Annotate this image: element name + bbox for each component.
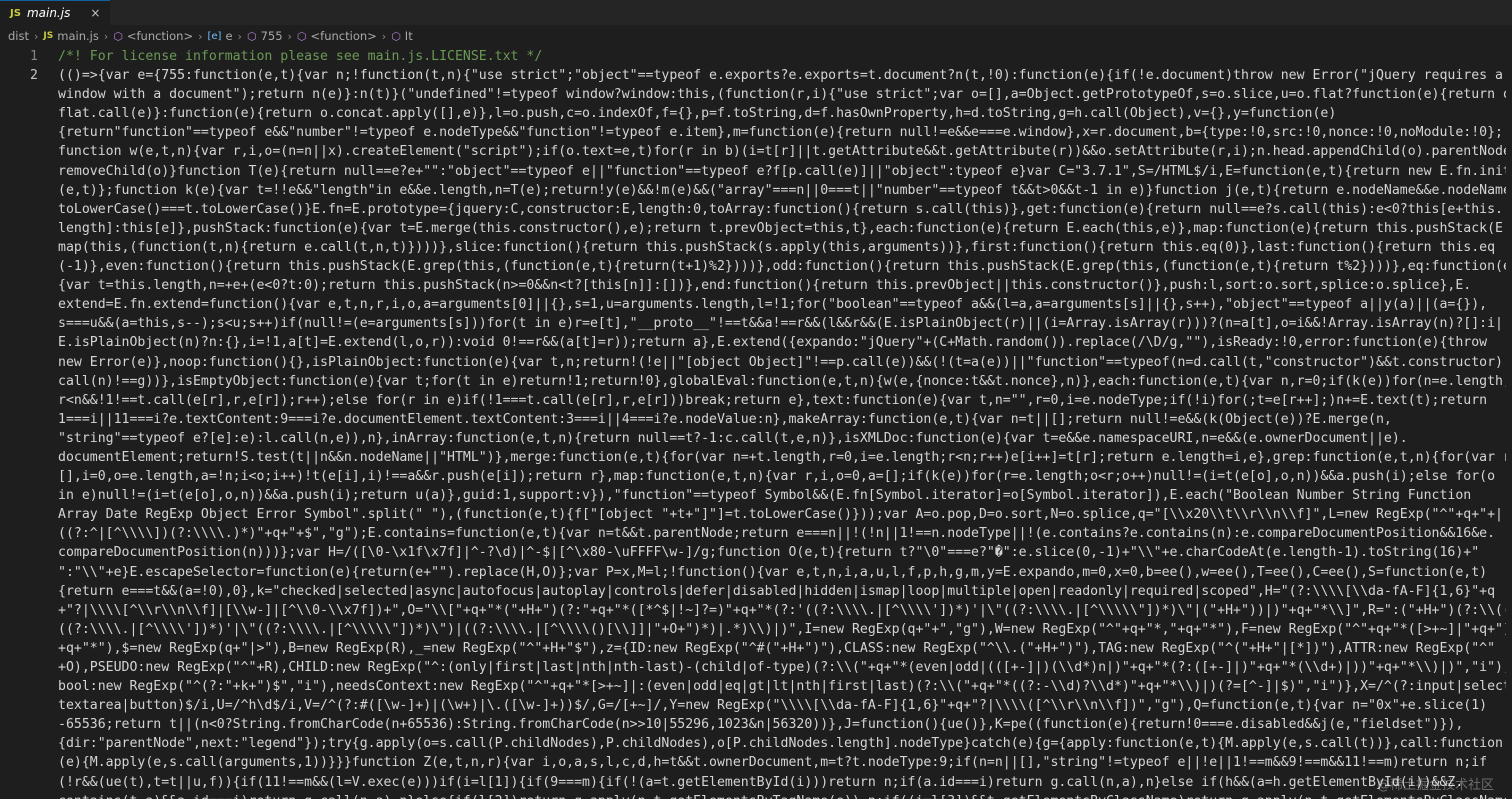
breadcrumb-item[interactable]: ⬡ <function> xyxy=(113,29,193,43)
code-line-wrapped: -65536;return t||(n<0?String.fromCharCod… xyxy=(58,717,1464,733)
code-line-wrapped: 1===i||11===i?e.textContent:9===i?e.docu… xyxy=(58,411,1392,427)
breadcrumb-label: <function> xyxy=(310,29,377,43)
code-line-wrapped: {var t=this.length,n=+e+(e<0?t:0);return… xyxy=(58,278,1472,294)
line-number-gutter: 1 2 xyxy=(0,47,48,85)
code-line-wrapped: E.isPlainObject(n)?n:{},i=!1,a[t]=E.exte… xyxy=(58,335,1488,351)
breadcrumb-item[interactable]: ⬡ 755 xyxy=(247,29,283,43)
chevron-right-icon: › xyxy=(198,29,203,43)
breadcrumb: dist › JS main.js › ⬡ <function> › [e] e › ⬡ 755 › ⬡ <f… xyxy=(0,25,1512,47)
breadcrumb-label: dist xyxy=(8,29,29,43)
code-content[interactable]: /*! For license information please see m… xyxy=(58,47,1506,799)
chevron-right-icon: › xyxy=(103,29,109,43)
chevron-right-icon: › xyxy=(237,29,242,43)
breadcrumb-label: e xyxy=(225,29,233,43)
code-line-wrapped: documentElement;return!S.test(t||n&&n.no… xyxy=(58,449,1506,465)
code-editor[interactable]: 1 2 /*! For license information please s… xyxy=(0,47,1512,799)
chevron-right-icon: › xyxy=(34,29,39,43)
code-line-wrapped: +O),PSEUDO:new RegExp("^"+R),CHILD:new R… xyxy=(58,660,1506,675)
tab-bar: JS main.js × xyxy=(0,0,1512,25)
code-line-wrapped: compareDocumentPosition(n)))};var H=/([\… xyxy=(58,545,1480,561)
code-line-wrapped: [],i=0,o=e.length,a=!n;i<o;i++)!t(e[i],i… xyxy=(58,469,1496,485)
function-symbol-icon: ⬡ xyxy=(296,29,307,43)
code-line-wrapped: r<n&&!1!==t.call(e[r],r,e[r]);r++);else … xyxy=(58,392,1488,408)
breadcrumb-label: 755 xyxy=(260,29,283,43)
code-line-wrapped: {dir:"parentNode",next:"legend"});try{g.… xyxy=(58,736,1503,752)
code-line-wrapped: call(n)!==g))},isEmptyObject:function(e)… xyxy=(58,373,1506,389)
code-line-wrapped: window with a document");return n(e)}:n(… xyxy=(58,87,1506,103)
code-line-wrapped: new Error(e)},noop:function(){},isPlainO… xyxy=(58,354,1506,370)
function-symbol-icon: ⬡ xyxy=(391,29,401,43)
code-line-wrapped: s===u&&(a=this,s--);s<u;s++)if(null!=(e=… xyxy=(58,316,1506,332)
code-line-wrapped: contains(t,a)&&a.id===i)return g.call(n,… xyxy=(58,792,1506,799)
breadcrumb-item[interactable]: ⬡ It xyxy=(391,29,413,43)
breadcrumb-item[interactable]: dist xyxy=(8,29,29,43)
code-line-wrapped: ((?:^|[^\\\\])(?:\\\\.)*)"+q+"+$","g");E… xyxy=(58,526,1496,542)
code-line-wrapped: Array Date RegExp Object Error Symbol".s… xyxy=(58,507,1503,523)
code-line-wrapped: bool:new RegExp("^(?:"+k+")$","i"),needs… xyxy=(58,679,1506,695)
watermark: @稀土掘金技术社区 xyxy=(1376,778,1494,793)
code-line-wrapped: {return e===t&&(a=!0),0},k="checked|sele… xyxy=(58,583,1496,599)
code-line-wrapped: {return"function"==typeof e&&"number"!=t… xyxy=(58,125,1503,141)
code-line-wrapped: extend=E.fn.extend=function(){var e,t,n,… xyxy=(58,297,1488,313)
code-line-wrapped: (e,t)};function k(e){var t=!!e&&"length"… xyxy=(58,182,1506,198)
code-line-wrapped: (-1)},even:function(){return this.pushSt… xyxy=(58,259,1506,275)
code-line-wrapped: length]:this[e]},pushStack:function(e){v… xyxy=(58,220,1506,236)
close-icon[interactable]: × xyxy=(90,6,100,20)
line-number: 1 xyxy=(30,49,38,64)
chevron-right-icon: › xyxy=(287,29,292,43)
code-line-wrapped: +q+"*"),$=new RegExp(q+"|>"),B=new RegEx… xyxy=(58,640,1496,656)
breadcrumb-item[interactable]: [e] e xyxy=(208,29,233,43)
code-line-wrapped: map(this,(function(t,n){return e.call(t,… xyxy=(58,239,1496,255)
code-line-wrapped: +"?|\\\\[^\\r\\n\\f]|[\\w-]|[^\\0-\\x7f]… xyxy=(58,602,1506,618)
variable-symbol-icon: [e] xyxy=(207,30,222,42)
tab-title: main.js xyxy=(26,6,71,20)
code-line-comment: /*! For license information please see m… xyxy=(58,49,543,64)
line-number: 2 xyxy=(30,68,38,84)
javascript-file-icon: JS xyxy=(10,7,21,19)
code-line-wrapped: (e){M.apply(e,s.call(arguments,1))}}}fun… xyxy=(58,755,1488,771)
code-line-wrapped: function w(e,t,n){var r,i,o=(n=n||x).cre… xyxy=(58,144,1506,160)
code-line-wrapped: textarea|button)$/i,U=/^h\d$/i,V=/^(?:#(… xyxy=(58,698,1488,714)
code-line-wrapped: "string"==typeof e?[e]:e):l.call(n,e)),n… xyxy=(58,430,1408,446)
code-line-wrapped: ":"\\"+e}E.escapeSelector=function(e){re… xyxy=(58,564,1488,580)
tab-main-js[interactable]: JS main.js × xyxy=(0,0,111,25)
breadcrumb-item[interactable]: JS main.js xyxy=(43,29,98,43)
breadcrumb-label: main.js xyxy=(57,29,99,43)
code-line-wrapped: (()=>{var e={755:function(e,t){var n;!fu… xyxy=(58,68,1503,84)
javascript-file-icon: JS xyxy=(43,31,54,41)
breadcrumb-label: It xyxy=(404,29,413,43)
breadcrumb-item[interactable]: ⬡ <function> xyxy=(297,29,377,43)
function-symbol-icon: ⬡ xyxy=(246,29,257,43)
code-line-wrapped: (!r&&(ue(t),t=t||u,f)){if(11!==m&&(l=V.e… xyxy=(58,774,1464,790)
code-line-wrapped: ((?:\\\\.|[^\\\\'])*)'|\"((?:\\\\.|[^\\\… xyxy=(58,621,1506,637)
breadcrumb-label: <function> xyxy=(126,29,194,43)
chevron-right-icon: › xyxy=(381,29,387,43)
code-line-wrapped: in e)null!=(i=t(e[o],o,n))&&a.push(i);re… xyxy=(58,488,1472,504)
code-line-wrapped: removeChild(o)}function T(e){return null… xyxy=(58,163,1506,179)
code-line-wrapped: toLowerCase()===t.toLowerCase()}E.fn=E.p… xyxy=(58,201,1503,217)
code-line-wrapped: flat.call(e)}:function(e){return o.conca… xyxy=(58,106,1337,122)
function-symbol-icon: ⬡ xyxy=(113,29,123,43)
